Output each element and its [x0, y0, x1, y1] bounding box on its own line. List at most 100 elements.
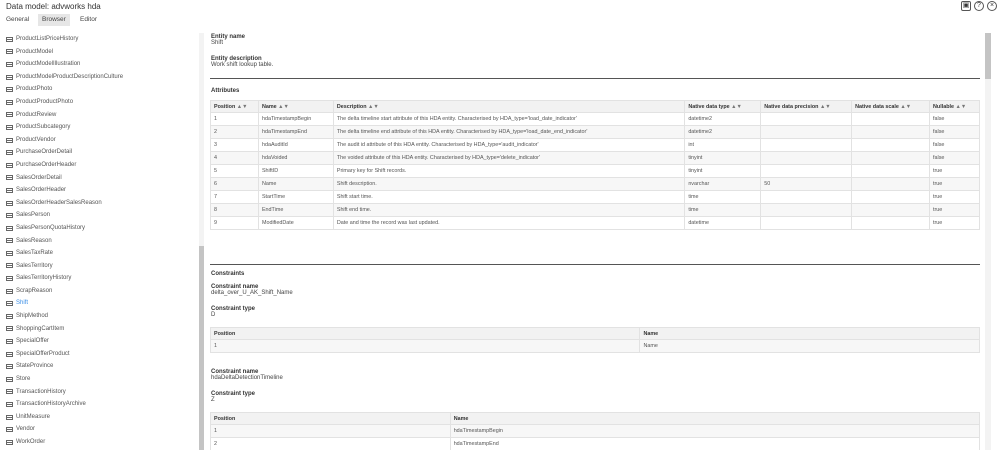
close-icon[interactable]: ×	[987, 1, 997, 11]
sidebar-item[interactable]: SalesOrderDetail	[6, 172, 199, 185]
table-cell: hdaAuditId	[257, 138, 334, 152]
sidebar-item[interactable]: ProductVendor	[6, 134, 199, 147]
sidebar-item[interactable]: PurchaseOrderDetail	[6, 146, 199, 159]
main-scrollbar[interactable]	[985, 33, 991, 450]
column-header[interactable]: Native data type ▲▼	[684, 100, 762, 113]
column-header[interactable]: Name	[449, 412, 980, 425]
sidebar-item[interactable]: PurchaseOrderHeader	[6, 159, 199, 172]
sidebar-item[interactable]: ProductModelProductDescriptionCulture	[6, 71, 199, 84]
table-row[interactable]: 1 Name	[210, 339, 980, 353]
column-header[interactable]: Native data scale ▲▼	[851, 100, 931, 113]
table-cell: Shift end time.	[332, 203, 686, 217]
column-header[interactable]: Position ▲▼	[210, 100, 259, 113]
attributes-table: Position ▲▼ Name ▲▼ Description ▲▼ Native d…	[210, 100, 980, 230]
table-cell: false	[929, 112, 980, 126]
table-row[interactable]: 9 ModifiedDate Date and time the record wa…	[210, 216, 980, 230]
column-header[interactable]: Name	[639, 327, 980, 340]
save-icon[interactable]: ▣	[961, 1, 971, 11]
table-icon	[6, 112, 13, 118]
sidebar-item[interactable]: SalesTaxRate	[6, 247, 199, 260]
sidebar-item[interactable]: ProductReview	[6, 109, 199, 122]
column-header[interactable]: Description ▲▼	[332, 100, 686, 113]
sidebar-item[interactable]: ProductPhoto	[6, 83, 199, 96]
sidebar-item[interactable]: ShoppingCartItem	[6, 323, 199, 336]
column-header-label: Native data scale	[855, 103, 899, 110]
entity-name-block: Entity name Shift	[211, 34, 245, 46]
sidebar-item[interactable]: UnitMeasure	[6, 411, 199, 424]
table-cell	[851, 151, 931, 165]
sidebar-item[interactable]: SalesPersonQuotaHistory	[6, 222, 199, 235]
sidebar-item[interactable]: TransactionHistoryArchive	[6, 398, 199, 411]
sidebar-item[interactable]: ScrapReason	[6, 285, 199, 298]
sidebar-item[interactable]: SpecialOffer	[6, 335, 199, 348]
sidebar-item[interactable]: ProductProductPhoto	[6, 96, 199, 109]
sidebar-item[interactable]: SalesReason	[6, 235, 199, 248]
table-row[interactable]: 4 hdaVoided The voided attribute of this H…	[210, 151, 980, 165]
sidebar-item[interactable]: SalesOrderHeader	[6, 184, 199, 197]
sidebar-item[interactable]: ProductListPriceHistory	[6, 33, 199, 46]
table-row[interactable]: 6 Name Shift description. nvarchar 50 true	[210, 177, 980, 191]
table-cell: ModifiedDate	[257, 216, 334, 230]
sort-icon[interactable]: ▲▼	[900, 104, 911, 110]
table-row[interactable]: 2 hdaTimestampEnd	[210, 437, 980, 450]
sidebar-item[interactable]: Store	[6, 373, 199, 386]
sidebar-item-label: TransactionHistoryArchive	[16, 401, 86, 408]
table-cell	[760, 138, 853, 152]
sidebar-item-label: SalesOrderDetail	[16, 174, 62, 181]
column-header-label: Native data type	[688, 103, 730, 110]
table-cell: ShiftID	[257, 164, 334, 178]
sidebar-item[interactable]: WorkOrder	[6, 436, 199, 449]
table-row[interactable]: 3 hdaAuditId The audit id attribute of thi…	[210, 138, 980, 152]
sidebar-item[interactable]: TransactionHistory	[6, 386, 199, 399]
entity-description-block: Entity description Work shift lookup tab…	[211, 56, 273, 68]
table-row[interactable]: 8 EndTime Shift end time. time true	[210, 203, 980, 217]
column-header[interactable]: Native data precision ▲▼	[760, 100, 853, 113]
sort-icon[interactable]: ▲▼	[820, 104, 831, 110]
sidebar-item[interactable]: SalesOrderHeaderSalesReason	[6, 197, 199, 210]
column-header[interactable]: Nullable ▲▼	[929, 100, 980, 113]
sidebar-item[interactable]: Vendor	[6, 423, 199, 436]
table-row[interactable]: 7 StartTime Shift start time. time true	[210, 190, 980, 204]
sidebar-item-label: WorkOrder	[16, 439, 46, 445]
sidebar-item[interactable]: SalesPerson	[6, 209, 199, 222]
sort-icon[interactable]: ▲▼	[955, 104, 966, 110]
sidebar-item[interactable]: ProductModelIllustration	[6, 58, 199, 71]
sidebar-item-label: ProductSubcategory	[16, 124, 71, 131]
sidebar-item-label: Shift	[16, 300, 29, 307]
sidebar-item-label: ProductModelIllustration	[16, 61, 81, 68]
entity-detail-panel: Entity name Shift Entity description Wor…	[210, 33, 980, 450]
table-row[interactable]: 1 hdaTimestampBegin The delta timeline sta…	[210, 112, 980, 126]
sidebar-item[interactable]: SalesTerritoryHistory	[6, 272, 199, 285]
sidebar-item[interactable]: SpecialOfferProduct	[6, 348, 199, 361]
main-scrollbar-thumb[interactable]	[985, 33, 991, 79]
sort-icon[interactable]: ▲▼	[237, 104, 248, 110]
sidebar-scrollbar-thumb[interactable]	[199, 246, 204, 450]
sidebar-item[interactable]: SalesTerritory	[6, 260, 199, 273]
sort-icon[interactable]: ▲▼	[368, 104, 379, 110]
help-icon[interactable]: ?	[974, 1, 984, 11]
table-icon	[6, 313, 13, 319]
tab-general[interactable]: General	[2, 14, 33, 26]
sidebar-item-label: SalesTerritoryHistory	[16, 275, 72, 282]
table-icon	[6, 124, 13, 130]
sidebar-item[interactable]: ShipMethod	[6, 310, 199, 323]
column-header[interactable]: Position	[210, 412, 451, 425]
column-header[interactable]: Position	[210, 327, 641, 340]
column-header-label: Nullable	[933, 103, 954, 110]
table-row[interactable]: 1 hdaTimestampBegin	[210, 424, 980, 438]
table-header-row: Position Name	[210, 327, 980, 340]
tab-browser[interactable]: Browser	[38, 14, 70, 26]
sidebar-item[interactable]: StateProvince	[6, 360, 199, 373]
sidebar-item-label: ProductListPriceHistory	[16, 36, 79, 42]
sort-icon[interactable]: ▲▼	[278, 104, 289, 110]
column-header[interactable]: Name ▲▼	[257, 100, 334, 113]
sidebar-item[interactable]: Shift	[6, 297, 199, 310]
sidebar-item[interactable]: ProductSubcategory	[6, 121, 199, 134]
column-header-label: Native data precision	[764, 103, 819, 110]
table-cell: 2	[210, 125, 259, 139]
table-row[interactable]: 5 ShiftID Primary key for Shift records. ti…	[210, 164, 980, 178]
sort-icon[interactable]: ▲▼	[731, 104, 742, 110]
tab-editor[interactable]: Editor	[76, 14, 101, 26]
sidebar-item[interactable]: ProductModel	[6, 46, 199, 59]
table-row[interactable]: 2 hdaTimestampEnd The delta timeline end a…	[210, 125, 980, 139]
